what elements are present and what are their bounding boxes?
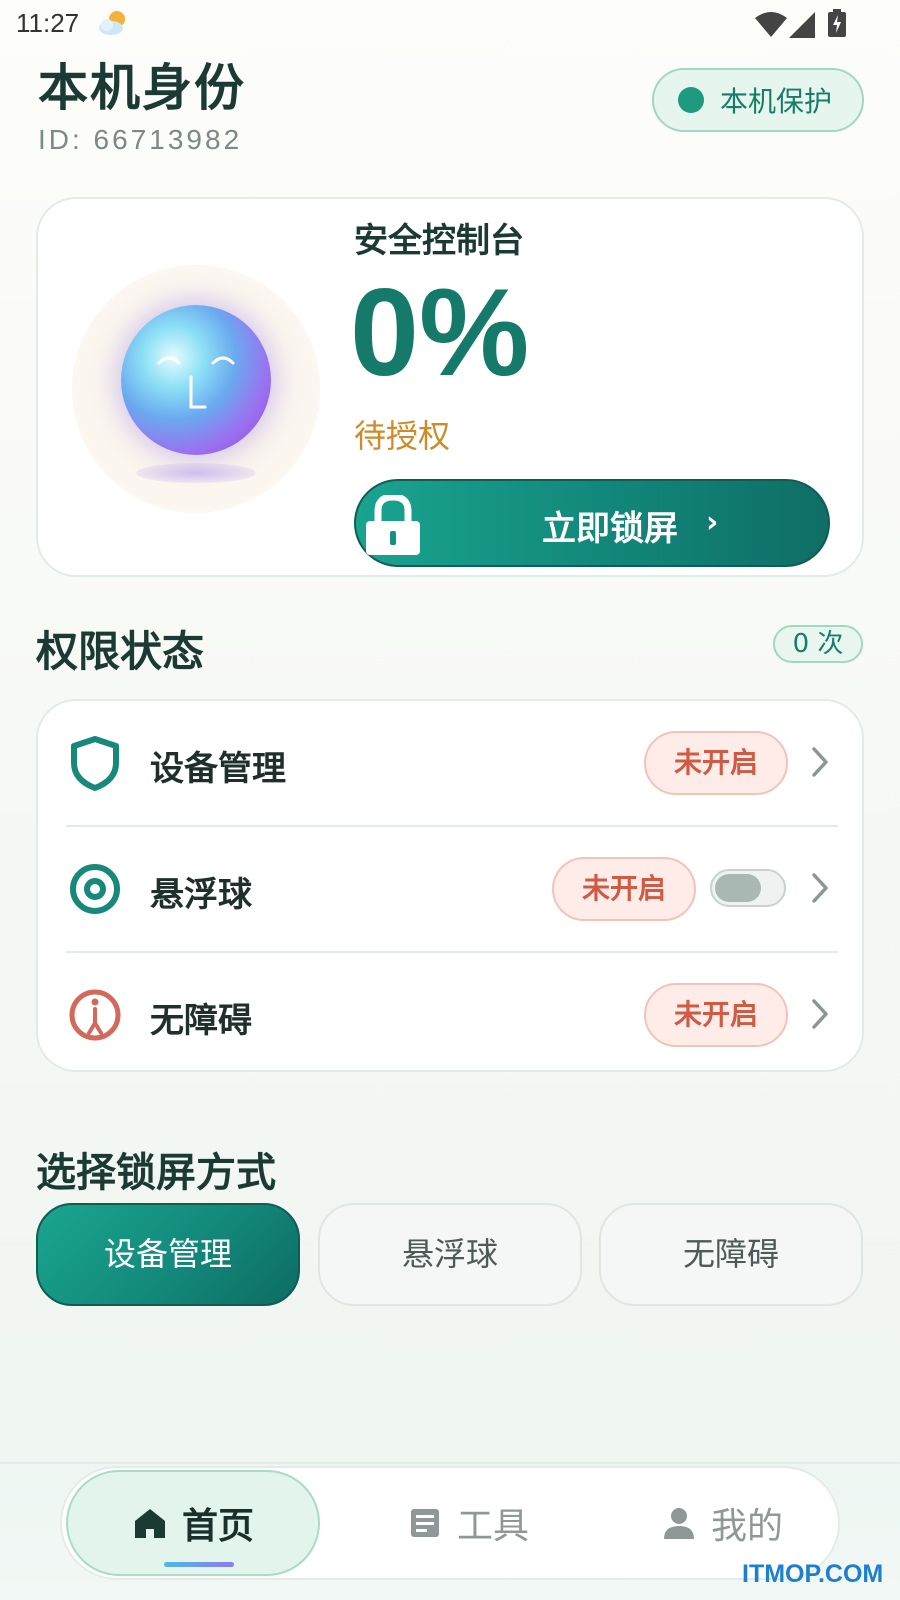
page-title: 本机身份	[38, 59, 246, 117]
toggle-knob	[715, 874, 761, 902]
permission-row-floating-ball[interactable]: 悬浮球 未开启	[38, 827, 862, 951]
nav-profile-label: 我的	[710, 1506, 783, 1547]
battery-charging-icon	[828, 9, 846, 37]
console-title: 安全控制台	[354, 221, 524, 261]
status-badge: 未开启	[552, 857, 696, 921]
active-indicator	[164, 1562, 234, 1567]
home-icon	[134, 1509, 165, 1538]
lock-now-button[interactable]: 立即锁屏 ›	[354, 479, 830, 567]
lock-icon	[366, 495, 420, 555]
cell-signal-icon	[789, 12, 815, 38]
tools-icon	[410, 1509, 439, 1537]
face-icon	[157, 356, 235, 409]
permission-row-device-admin[interactable]: 设备管理 未开启	[38, 701, 862, 825]
status-time: 11:27	[16, 8, 80, 38]
security-console-card: 安全控制台 0% 待授权 立即锁屏 ›	[36, 197, 864, 577]
lock-method-title: 选择锁屏方式	[36, 1150, 276, 1196]
nav-home-label: 首页	[181, 1506, 254, 1547]
status-badge: 未开启	[644, 983, 788, 1047]
nav-tools[interactable]: 工具	[378, 1468, 558, 1578]
ai-orb-avatar-icon	[72, 265, 320, 513]
lock-now-label: 立即锁屏	[542, 509, 678, 549]
lock-method-device-admin[interactable]: 设备管理	[36, 1203, 300, 1306]
status-badge: 未开启	[644, 731, 788, 795]
status-dot-icon	[678, 87, 704, 113]
bottom-nav: 首页 工具 我的	[60, 1466, 840, 1580]
permission-label: 无障碍	[150, 1001, 252, 1041]
authorization-status: 待授权	[354, 417, 451, 455]
protection-percent: 0%	[350, 264, 530, 402]
accessibility-icon	[69, 989, 121, 1041]
shield-icon	[71, 736, 119, 791]
protect-badge-label: 本机保护	[720, 85, 833, 118]
chevron-right-icon	[812, 873, 828, 903]
chevron-right-icon	[812, 747, 828, 777]
permission-label: 设备管理	[150, 749, 286, 789]
count-badge: 0 次	[773, 625, 863, 663]
nav-home[interactable]: 首页	[66, 1470, 320, 1576]
wifi-icon	[755, 12, 787, 37]
profile-icon	[663, 1508, 694, 1539]
target-icon	[70, 864, 120, 914]
permission-label: 悬浮球	[150, 875, 252, 915]
partly-cloudy-icon	[99, 11, 125, 35]
device-id: ID: 66713982	[38, 124, 243, 155]
permission-list: 设备管理 未开启 悬浮球 未开启 无障碍 未开启	[36, 699, 864, 1072]
chevron-right-icon	[812, 999, 828, 1029]
protect-badge[interactable]: 本机保护	[652, 68, 864, 132]
lock-method-floating-ball[interactable]: 悬浮球	[318, 1203, 582, 1306]
status-bar: 11:27	[0, 0, 900, 46]
lock-method-accessibility[interactable]: 无障碍	[599, 1203, 863, 1306]
watermark-text: ITMOP.COM	[742, 1560, 884, 1588]
permission-status-title: 权限状态	[36, 627, 205, 676]
nav-tools-label: 工具	[456, 1506, 529, 1547]
floating-ball-toggle[interactable]	[710, 869, 786, 907]
chevron-right-icon: ›	[706, 505, 719, 540]
permission-row-accessibility[interactable]: 无障碍 未开启	[38, 953, 862, 1077]
